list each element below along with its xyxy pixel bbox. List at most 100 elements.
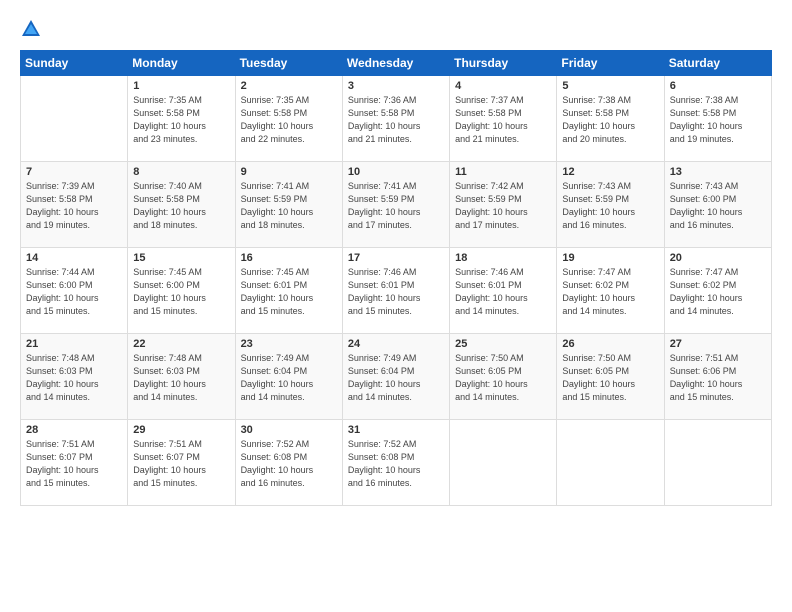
day-number: 21 [26,338,122,350]
day-number: 18 [455,252,551,264]
week-row-1: 1Sunrise: 7:35 AM Sunset: 5:58 PM Daylig… [21,76,772,162]
day-info: Sunrise: 7:40 AM Sunset: 5:58 PM Dayligh… [133,180,229,232]
day-number: 23 [241,338,337,350]
day-info: Sunrise: 7:51 AM Sunset: 6:06 PM Dayligh… [670,352,766,404]
day-info: Sunrise: 7:50 AM Sunset: 6:05 PM Dayligh… [562,352,658,404]
calendar-cell: 17 Sunrise: 7:46 AM Sunset: 6:01 PM Dayli… [342,248,449,334]
day-number: 31 [348,424,444,436]
calendar-cell: 31Sunrise: 7:52 AM Sunset: 6:08 PM Dayli… [342,420,449,506]
day-info: Sunrise: 7:52 AM Sunset: 6:08 PM Dayligh… [241,438,337,490]
day-header-monday: Monday [128,51,235,76]
day-info: Sunrise: 7:45 AM Sunset: 6:00 PM Dayligh… [133,266,229,318]
page: SundayMondayTuesdayWednesdayThursdayFrid… [0,0,792,612]
week-row-5: 28 Sunrise: 7:51 AM Sunset: 6:07 PM Dayli… [21,420,772,506]
calendar-cell: 24 Sunrise: 7:49 AM Sunset: 6:04 PM Dayli… [342,334,449,420]
calendar-cell: 14 Sunrise: 7:44 AM Sunset: 6:00 PM Dayli… [21,248,128,334]
day-info: Sunrise: 7:46 AM Sunset: 6:01 PM Dayligh… [348,266,444,318]
calendar-cell: 12Sunrise: 7:43 AM Sunset: 5:59 PM Dayli… [557,162,664,248]
calendar-cell: 22 Sunrise: 7:48 AM Sunset: 6:03 PM Dayli… [128,334,235,420]
calendar-cell: 23Sunrise: 7:49 AM Sunset: 6:04 PM Dayli… [235,334,342,420]
calendar-cell: 26 Sunrise: 7:50 AM Sunset: 6:05 PM Dayli… [557,334,664,420]
week-row-2: 7 Sunrise: 7:39 AM Sunset: 5:58 PM Daylig… [21,162,772,248]
calendar-cell: 5 Sunrise: 7:38 AM Sunset: 5:58 PM Daylig… [557,76,664,162]
day-number: 30 [241,424,337,436]
day-info: Sunrise: 7:42 AM Sunset: 5:59 PM Dayligh… [455,180,551,232]
calendar-cell: 13 Sunrise: 7:43 AM Sunset: 6:00 PM Dayli… [664,162,771,248]
day-header-saturday: Saturday [664,51,771,76]
calendar-cell: 6Sunrise: 7:38 AM Sunset: 5:58 PM Daylig… [664,76,771,162]
logo-icon [20,18,42,40]
week-row-3: 14 Sunrise: 7:44 AM Sunset: 6:00 PM Dayli… [21,248,772,334]
day-number: 29 [133,424,229,436]
calendar-cell: 16 Sunrise: 7:45 AM Sunset: 6:01 PM Dayli… [235,248,342,334]
day-info: Sunrise: 7:45 AM Sunset: 6:01 PM Dayligh… [241,266,337,318]
day-number: 24 [348,338,444,350]
day-info: Sunrise: 7:49 AM Sunset: 6:04 PM Dayligh… [348,352,444,404]
calendar-cell: 4Sunrise: 7:37 AM Sunset: 5:58 PM Daylig… [450,76,557,162]
day-number: 20 [670,252,766,264]
calendar-cell: 28 Sunrise: 7:51 AM Sunset: 6:07 PM Dayli… [21,420,128,506]
day-number: 10 [348,166,444,178]
day-header-wednesday: Wednesday [342,51,449,76]
day-info: Sunrise: 7:48 AM Sunset: 6:03 PM Dayligh… [133,352,229,404]
day-info: Sunrise: 7:41 AM Sunset: 5:59 PM Dayligh… [348,180,444,232]
day-info: Sunrise: 7:44 AM Sunset: 6:00 PM Dayligh… [26,266,122,318]
calendar-cell [664,420,771,506]
calendar-cell: 8 Sunrise: 7:40 AM Sunset: 5:58 PM Daylig… [128,162,235,248]
day-number: 4 [455,80,551,92]
day-info: Sunrise: 7:46 AM Sunset: 6:01 PM Dayligh… [455,266,551,318]
calendar-cell: 27 Sunrise: 7:51 AM Sunset: 6:06 PM Dayli… [664,334,771,420]
day-header-sunday: Sunday [21,51,128,76]
calendar-cell: 7 Sunrise: 7:39 AM Sunset: 5:58 PM Daylig… [21,162,128,248]
day-info: Sunrise: 7:38 AM Sunset: 5:58 PM Dayligh… [670,94,766,146]
calendar-cell: 9 Sunrise: 7:41 AM Sunset: 5:59 PM Daylig… [235,162,342,248]
calendar-cell: 19 Sunrise: 7:47 AM Sunset: 6:02 PM Dayli… [557,248,664,334]
day-info: Sunrise: 7:36 AM Sunset: 5:58 PM Dayligh… [348,94,444,146]
day-number: 14 [26,252,122,264]
day-info: Sunrise: 7:38 AM Sunset: 5:58 PM Dayligh… [562,94,658,146]
calendar-cell: 21 Sunrise: 7:48 AM Sunset: 6:03 PM Dayli… [21,334,128,420]
calendar-cell: 1Sunrise: 7:35 AM Sunset: 5:58 PM Daylig… [128,76,235,162]
day-number: 7 [26,166,122,178]
day-info: Sunrise: 7:43 AM Sunset: 5:59 PM Dayligh… [562,180,658,232]
day-info: Sunrise: 7:47 AM Sunset: 6:02 PM Dayligh… [670,266,766,318]
day-info: Sunrise: 7:47 AM Sunset: 6:02 PM Dayligh… [562,266,658,318]
day-info: Sunrise: 7:35 AM Sunset: 5:58 PM Dayligh… [241,94,337,146]
day-number: 13 [670,166,766,178]
calendar-cell: 30 Sunrise: 7:52 AM Sunset: 6:08 PM Dayli… [235,420,342,506]
day-header-tuesday: Tuesday [235,51,342,76]
day-info: Sunrise: 7:35 AM Sunset: 5:58 PM Dayligh… [133,94,229,146]
day-number: 27 [670,338,766,350]
day-number: 8 [133,166,229,178]
days-header-row: SundayMondayTuesdayWednesdayThursdayFrid… [21,51,772,76]
calendar-cell [557,420,664,506]
calendar-cell [21,76,128,162]
logo [20,18,46,40]
day-number: 28 [26,424,122,436]
day-number: 16 [241,252,337,264]
day-number: 17 [348,252,444,264]
day-number: 3 [348,80,444,92]
day-number: 9 [241,166,337,178]
calendar-cell: 25Sunrise: 7:50 AM Sunset: 6:05 PM Dayli… [450,334,557,420]
day-number: 2 [241,80,337,92]
header [20,18,772,40]
day-number: 22 [133,338,229,350]
day-number: 15 [133,252,229,264]
day-info: Sunrise: 7:39 AM Sunset: 5:58 PM Dayligh… [26,180,122,232]
day-info: Sunrise: 7:51 AM Sunset: 6:07 PM Dayligh… [133,438,229,490]
day-info: Sunrise: 7:51 AM Sunset: 6:07 PM Dayligh… [26,438,122,490]
day-number: 19 [562,252,658,264]
day-info: Sunrise: 7:48 AM Sunset: 6:03 PM Dayligh… [26,352,122,404]
day-number: 5 [562,80,658,92]
day-number: 26 [562,338,658,350]
day-header-friday: Friday [557,51,664,76]
calendar-cell [450,420,557,506]
day-header-thursday: Thursday [450,51,557,76]
day-info: Sunrise: 7:43 AM Sunset: 6:00 PM Dayligh… [670,180,766,232]
day-info: Sunrise: 7:41 AM Sunset: 5:59 PM Dayligh… [241,180,337,232]
day-info: Sunrise: 7:50 AM Sunset: 6:05 PM Dayligh… [455,352,551,404]
calendar-cell: 3 Sunrise: 7:36 AM Sunset: 5:58 PM Daylig… [342,76,449,162]
week-row-4: 21 Sunrise: 7:48 AM Sunset: 6:03 PM Dayli… [21,334,772,420]
calendar-cell: 20 Sunrise: 7:47 AM Sunset: 6:02 PM Dayli… [664,248,771,334]
